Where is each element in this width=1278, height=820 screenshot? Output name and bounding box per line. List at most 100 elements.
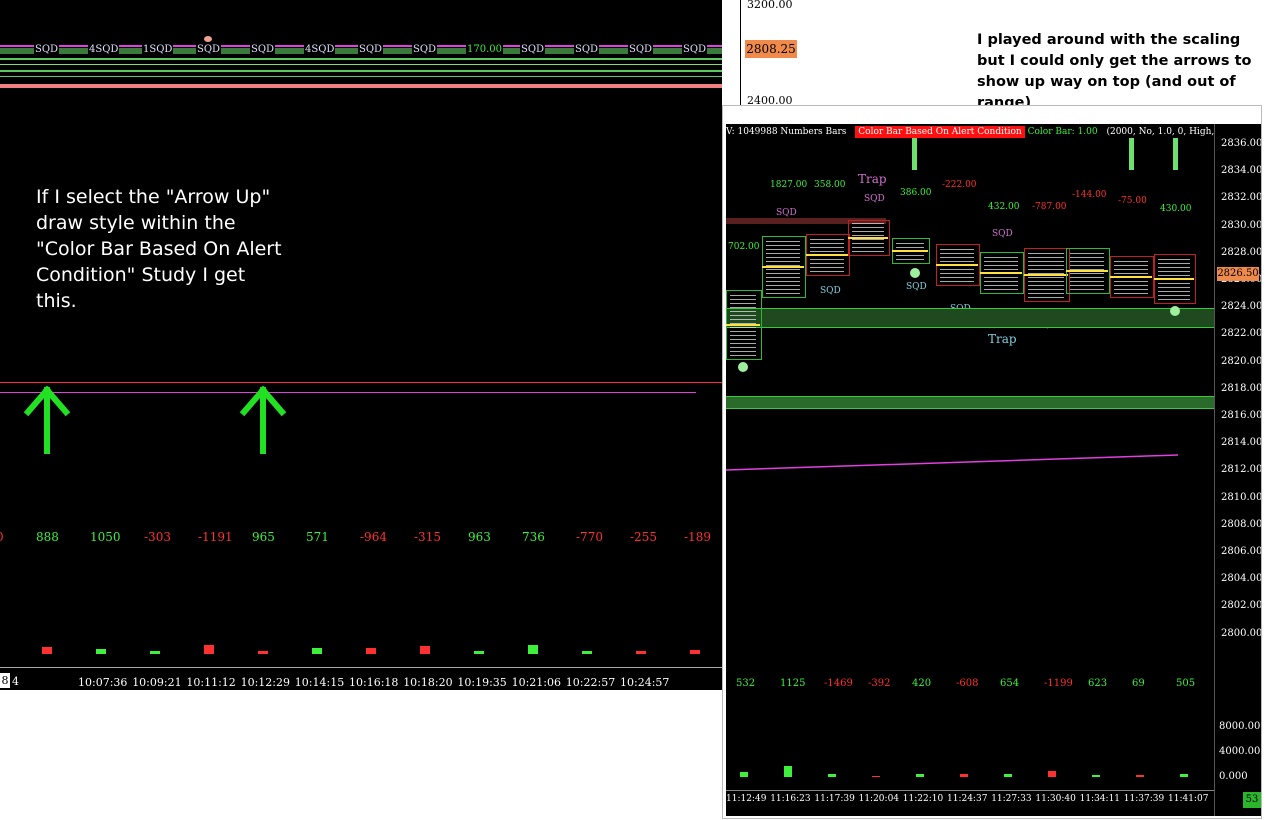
time-label: 10:11:12 — [186, 676, 236, 689]
poc-line — [726, 324, 760, 326]
time-label: 11:37:39 — [1123, 794, 1165, 804]
delta-value: 1827.00 — [770, 180, 808, 190]
time-label: 10:12:29 — [240, 676, 290, 689]
current-price-tag: 2808.25 — [745, 40, 797, 58]
top-band-line — [0, 70, 722, 72]
delta-value: 571 — [306, 530, 329, 544]
volume-bar — [258, 651, 268, 654]
delta-value: 702.00 — [728, 242, 760, 252]
time-box-tail: 4 — [12, 675, 19, 688]
delta-value: -1199 — [1044, 678, 1073, 689]
left-price-scale[interactable]: 3200.00 2808.25 2400.00 — [740, 0, 801, 105]
volume-bar — [1004, 774, 1012, 777]
volume-bar — [1092, 775, 1100, 777]
header-params: (2000, No, 1.0, 0, High, Number of — [1106, 127, 1214, 137]
delta-value: -964 — [360, 530, 387, 544]
volume-bar — [474, 651, 484, 654]
delta-value: 430.00 — [1160, 204, 1192, 214]
left-chart-panel[interactable]: SQD 4SQD 1SQD SQD SQD 4SQD SQD SQD 170.00 SQD SQD S… — [0, 0, 722, 690]
volume-bar — [366, 648, 376, 654]
trap-label: Trap — [988, 332, 1017, 346]
time-label: 11:30:40 — [1035, 794, 1076, 804]
poc-line — [848, 237, 888, 239]
time-axis — [726, 790, 1214, 791]
time-label: 10:24:57 — [620, 676, 670, 689]
trap-label: Trap — [858, 172, 887, 186]
green-zone — [726, 396, 1214, 409]
delta-value: -303 — [144, 530, 171, 544]
poc-line — [1110, 276, 1152, 278]
top-band-line — [0, 64, 722, 65]
poc-line — [1066, 270, 1108, 272]
volume-bar — [528, 645, 538, 654]
sqd-label: 4SQD — [88, 44, 120, 55]
delta-value: 963 — [468, 530, 491, 544]
sqd-label: SQD — [682, 44, 708, 55]
sqd-label: SQD — [906, 282, 927, 292]
delta-value: 623 — [1088, 678, 1108, 689]
header-study-badge[interactable]: Color Bar Based On Alert Condition — [855, 126, 1025, 138]
delta-value: 420 — [912, 678, 932, 689]
magenta-level-line — [0, 392, 696, 393]
time-label: 11:20:04 — [858, 794, 900, 804]
delta-value: 386.00 — [900, 188, 932, 198]
sqd-label: SQD — [864, 194, 885, 204]
delta-value: 358.00 — [814, 180, 846, 190]
volume-bar — [636, 651, 646, 654]
time-label: 10:07:36 — [78, 676, 128, 689]
arrow-up-icon — [240, 386, 286, 454]
right-chart-panel[interactable]: V: 1049988 Numbers Bars Color Bar Based … — [726, 124, 1214, 816]
volume-bar — [204, 645, 214, 654]
volume-bar — [828, 774, 836, 777]
price-tick: 2806.00 — [1221, 546, 1261, 557]
header-color-bar: Color Bar: 1.00 — [1027, 127, 1098, 137]
price-tick: 2808.00 — [1221, 518, 1261, 530]
time-label: 10:16:18 — [349, 676, 399, 689]
signal-dot — [1170, 306, 1180, 316]
volume-bar — [916, 774, 924, 777]
corner-badge: 53 — [1243, 792, 1261, 808]
volume-bar — [740, 772, 748, 777]
poc-line — [936, 264, 978, 266]
delta-value: -787.00 — [1032, 202, 1067, 212]
signal-dot — [738, 362, 748, 372]
delta-value: -1191 — [198, 530, 233, 544]
volume-bar — [312, 648, 322, 654]
right-price-scale[interactable]: 2836.00 2834.00 2832.00 2830.00 2828.00 2826.… — [1214, 124, 1261, 816]
volume-tick: 8000.00 — [1219, 721, 1261, 732]
time-label: 11:22:10 — [902, 794, 944, 804]
price-tick: 2800.00 — [1221, 627, 1261, 639]
time-label: 11:27:33 — [991, 794, 1032, 804]
time-label: 11:24:37 — [947, 794, 988, 804]
top-dot — [204, 36, 212, 42]
price-tick: 2828.00 — [1221, 246, 1261, 258]
time-box: 8 — [0, 673, 10, 688]
poc-line — [980, 272, 1022, 274]
delta-value: -75.00 — [1118, 196, 1147, 206]
header-bars-info: V: 1049988 Numbers Bars — [726, 127, 847, 137]
price-tick: 2822.00 — [1221, 328, 1261, 340]
delta-value: -1469 — [824, 678, 853, 689]
price-tick: 2834.00 — [1221, 165, 1261, 177]
delta-value: -608 — [956, 678, 979, 689]
time-label: 11:16:23 — [770, 794, 811, 804]
volume-tick: 4000.00 — [1219, 746, 1261, 757]
sqd-label: 1SQD — [142, 44, 174, 55]
delta-value: 736 — [522, 530, 545, 544]
volume-bar — [784, 766, 792, 777]
sqd-label: SQD — [196, 44, 222, 55]
delta-value: 1125 — [780, 678, 806, 689]
top-band-line — [0, 76, 722, 77]
price-tick: 2830.00 — [1221, 219, 1261, 231]
delta-value: 654 — [1000, 678, 1020, 689]
green-zone — [726, 308, 1214, 328]
delta-value: -222.00 — [942, 180, 977, 190]
arrow-up-icon — [24, 386, 70, 454]
volume-bar — [96, 649, 106, 654]
sqd-label: SQD — [574, 44, 600, 55]
delta-value: 69 — [1132, 678, 1145, 689]
price-tick: 2814.00 — [1221, 437, 1261, 449]
red-level-line — [0, 382, 722, 383]
price-tick: 2832.00 — [1221, 192, 1261, 204]
delta-value: -770 — [576, 530, 603, 544]
